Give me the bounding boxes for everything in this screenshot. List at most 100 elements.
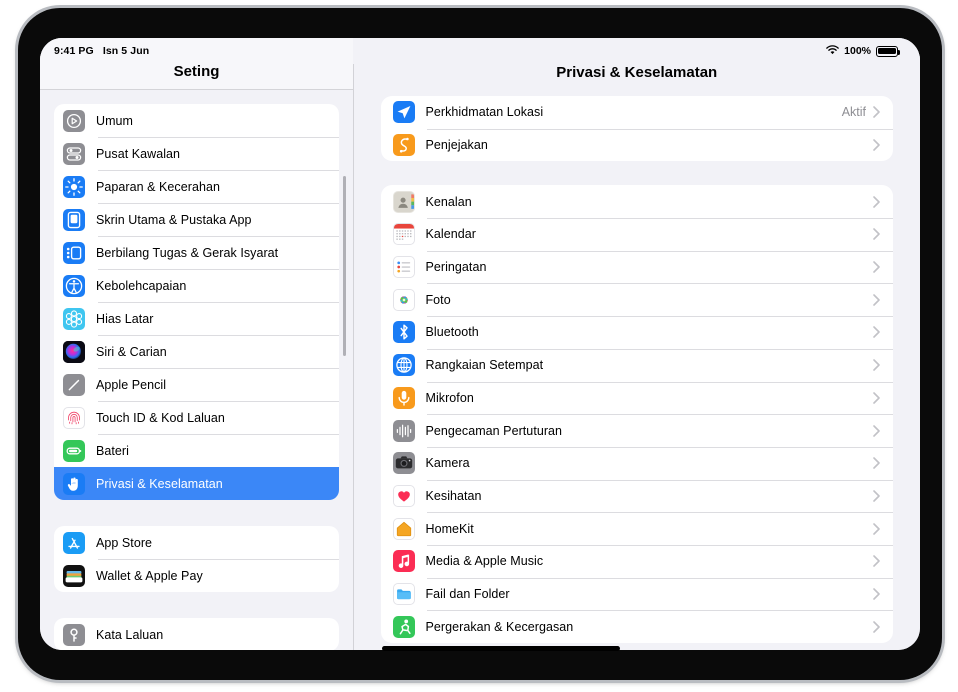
touch-id-icon bbox=[63, 406, 85, 429]
privacy-row-penjejakan[interactable]: Penjejakan bbox=[381, 128, 893, 162]
sidebar-item-pusat-kawalan[interactable]: Pusat Kawalan bbox=[54, 137, 339, 170]
files-folder-icon bbox=[392, 582, 415, 605]
privacy-row-label: Foto bbox=[425, 292, 451, 307]
sidebar-item-wallet-apple-pay[interactable]: Wallet & Apple Pay bbox=[54, 559, 339, 592]
sidebar-item-label: Kebolehcapaian bbox=[96, 278, 187, 293]
sidebar-item-kata-laluan[interactable]: Kata Laluan bbox=[54, 618, 339, 650]
chevron-right-icon bbox=[873, 326, 893, 339]
sidebar-item-umum[interactable]: Umum bbox=[54, 104, 339, 137]
detail-group: Perkhidmatan Lokasi Aktif Penjejakan bbox=[380, 96, 894, 162]
wallet-icon bbox=[63, 564, 85, 587]
siri-icon bbox=[63, 340, 85, 363]
privacy-row-kalendar[interactable]: Kalendar bbox=[381, 218, 893, 251]
privacy-row-media-apple-music[interactable]: Media & Apple Music bbox=[381, 544, 893, 578]
privacy-row-label: Peringatan bbox=[425, 260, 487, 275]
ipad-screen: 9:41 PG Isn 5 Jun 100% Seting Umum Pusat… bbox=[40, 38, 920, 650]
privacy-row-rangkaian-setempat[interactable]: Rangkaian Setempat bbox=[381, 348, 893, 382]
sidebar-group: App Store Wallet & Apple Pay bbox=[54, 526, 339, 592]
sidebar-item-skrin-utama-pustaka-app[interactable]: Skrin Utama & Pustaka App bbox=[54, 203, 339, 236]
privacy-row-label: Kalendar bbox=[425, 227, 476, 242]
detail-header: Privasi & Keselamatan bbox=[353, 38, 920, 90]
sidebar-item-apple-pencil[interactable]: Apple Pencil bbox=[54, 368, 339, 401]
contacts-icon bbox=[392, 190, 415, 213]
sidebar-item-kebolehcapaian[interactable]: Kebolehcapaian bbox=[54, 269, 339, 302]
privacy-row-label: Kenalan bbox=[425, 194, 472, 209]
accessibility-icon bbox=[63, 274, 85, 297]
microphone-icon bbox=[392, 386, 415, 409]
privacy-row-label: Bluetooth bbox=[425, 325, 479, 340]
privacy-row-mikrofon[interactable]: Mikrofon bbox=[381, 381, 893, 415]
privacy-row-fail-dan-folder[interactable]: Fail dan Folder bbox=[381, 577, 893, 611]
privacy-row-kenalan[interactable]: Kenalan bbox=[381, 185, 894, 218]
sidebar-item-siri-carian[interactable]: Siri & Carian bbox=[54, 335, 339, 368]
sidebar-item-label: Hias Latar bbox=[96, 311, 154, 326]
photos-icon bbox=[392, 288, 415, 311]
privacy-row-label: Pengecaman Pertuturan bbox=[425, 423, 563, 438]
camera-icon bbox=[392, 452, 415, 475]
sidebar-scroll-area[interactable]: Umum Pusat Kawalan Paparan & Kecerahan Skri… bbox=[40, 90, 353, 650]
battery-icon bbox=[63, 439, 85, 462]
ipad-device-frame: 9:41 PG Isn 5 Jun 100% Seting Umum Pusat… bbox=[18, 8, 942, 680]
detail-group: Kenalan Kalendar Peringatan Foto Bluetooth Ra… bbox=[380, 185, 894, 643]
chevron-right-icon bbox=[873, 359, 893, 371]
sidebar-item-privasi-keselamatan[interactable]: Privasi & Keselamatan bbox=[54, 467, 339, 500]
sidebar-item-label: Touch ID & Kod Laluan bbox=[96, 410, 225, 425]
music-icon bbox=[392, 550, 415, 573]
sidebar-item-label: Skrin Utama & Pustaka App bbox=[96, 212, 252, 227]
sidebar-item-bateri[interactable]: Bateri bbox=[54, 434, 339, 467]
privacy-row-bluetooth[interactable]: Bluetooth bbox=[381, 316, 893, 349]
pane-divider bbox=[353, 64, 354, 650]
privacy-row-label: Penjejakan bbox=[425, 138, 488, 153]
chevron-right-icon bbox=[873, 293, 893, 306]
display-brightness-icon bbox=[63, 175, 85, 198]
privacy-row-foto[interactable]: Foto bbox=[381, 283, 893, 316]
chevron-right-icon bbox=[873, 522, 893, 535]
app-store-icon bbox=[63, 531, 85, 554]
chevron-right-icon bbox=[873, 424, 893, 437]
privacy-row-label: HomeKit bbox=[425, 521, 474, 536]
privacy-row-kesihatan[interactable]: Kesihatan bbox=[381, 479, 893, 513]
apple-pencil-icon bbox=[63, 373, 85, 396]
chevron-right-icon bbox=[873, 555, 893, 568]
privacy-row-label: Pergerakan & Kecergasan bbox=[425, 619, 574, 634]
privacy-row-label: Kamera bbox=[425, 456, 470, 471]
chevron-right-icon bbox=[873, 588, 893, 600]
sidebar-item-paparan-kecerahan[interactable]: Paparan & Kecerahan bbox=[54, 170, 339, 203]
speech-recognition-icon bbox=[392, 419, 415, 442]
privacy-row-pergerakan-kecergasan[interactable]: Pergerakan & Kecergasan bbox=[381, 610, 893, 643]
privacy-row-kamera[interactable]: Kamera bbox=[381, 446, 893, 480]
sidebar-scrollbar[interactable] bbox=[343, 176, 346, 356]
chevron-right-icon bbox=[873, 106, 893, 119]
sidebar-item-label: Bateri bbox=[96, 443, 129, 458]
homekit-icon bbox=[392, 517, 415, 540]
location-arrow-icon bbox=[392, 101, 415, 124]
privacy-row-label: Kesihatan bbox=[425, 488, 482, 503]
detail-scroll-area[interactable]: Perkhidmatan Lokasi Aktif Penjejakan Kenala… bbox=[354, 90, 921, 650]
multitasking-icon bbox=[63, 241, 85, 264]
chevron-right-icon bbox=[873, 457, 893, 470]
chevron-right-icon bbox=[873, 139, 893, 151]
home-indicator bbox=[382, 646, 620, 651]
motion-fitness-icon bbox=[392, 615, 415, 638]
status-badge: Aktif bbox=[841, 105, 866, 120]
privacy-row-pengecaman-pertuturan[interactable]: Pengecaman Pertuturan bbox=[381, 414, 893, 447]
settings-sidebar: Seting Umum Pusat Kawalan Paparan & Kecera… bbox=[40, 38, 353, 650]
gear-general-icon bbox=[63, 109, 85, 132]
sidebar-item-label: Kata Laluan bbox=[96, 627, 164, 642]
passwords-key-icon bbox=[63, 623, 85, 646]
sidebar-item-label: Siri & Carian bbox=[96, 344, 167, 359]
health-heart-icon bbox=[392, 484, 415, 507]
privacy-row-peringatan[interactable]: Peringatan bbox=[381, 250, 893, 284]
sidebar-item-berbilang-tugas-gerak-isyarat[interactable]: Berbilang Tugas & Gerak Isyarat bbox=[54, 236, 339, 269]
privacy-row-homekit[interactable]: HomeKit bbox=[381, 512, 893, 545]
sidebar-group: Kata Laluan bbox=[54, 618, 339, 650]
sidebar-item-hias-latar[interactable]: Hias Latar bbox=[54, 302, 339, 335]
privacy-row-label: Mikrofon bbox=[425, 390, 474, 405]
sidebar-item-touch-id-kod-laluan[interactable]: Touch ID & Kod Laluan bbox=[54, 401, 339, 434]
privacy-row-label: Rangkaian Setempat bbox=[425, 358, 544, 373]
sidebar-item-label: Wallet & Apple Pay bbox=[96, 568, 203, 583]
sidebar-item-app-store[interactable]: App Store bbox=[54, 526, 339, 559]
tracking-icon bbox=[392, 134, 415, 157]
chevron-right-icon bbox=[873, 490, 893, 502]
privacy-row-perkhidmatan-lokasi[interactable]: Perkhidmatan Lokasi Aktif bbox=[381, 96, 894, 129]
